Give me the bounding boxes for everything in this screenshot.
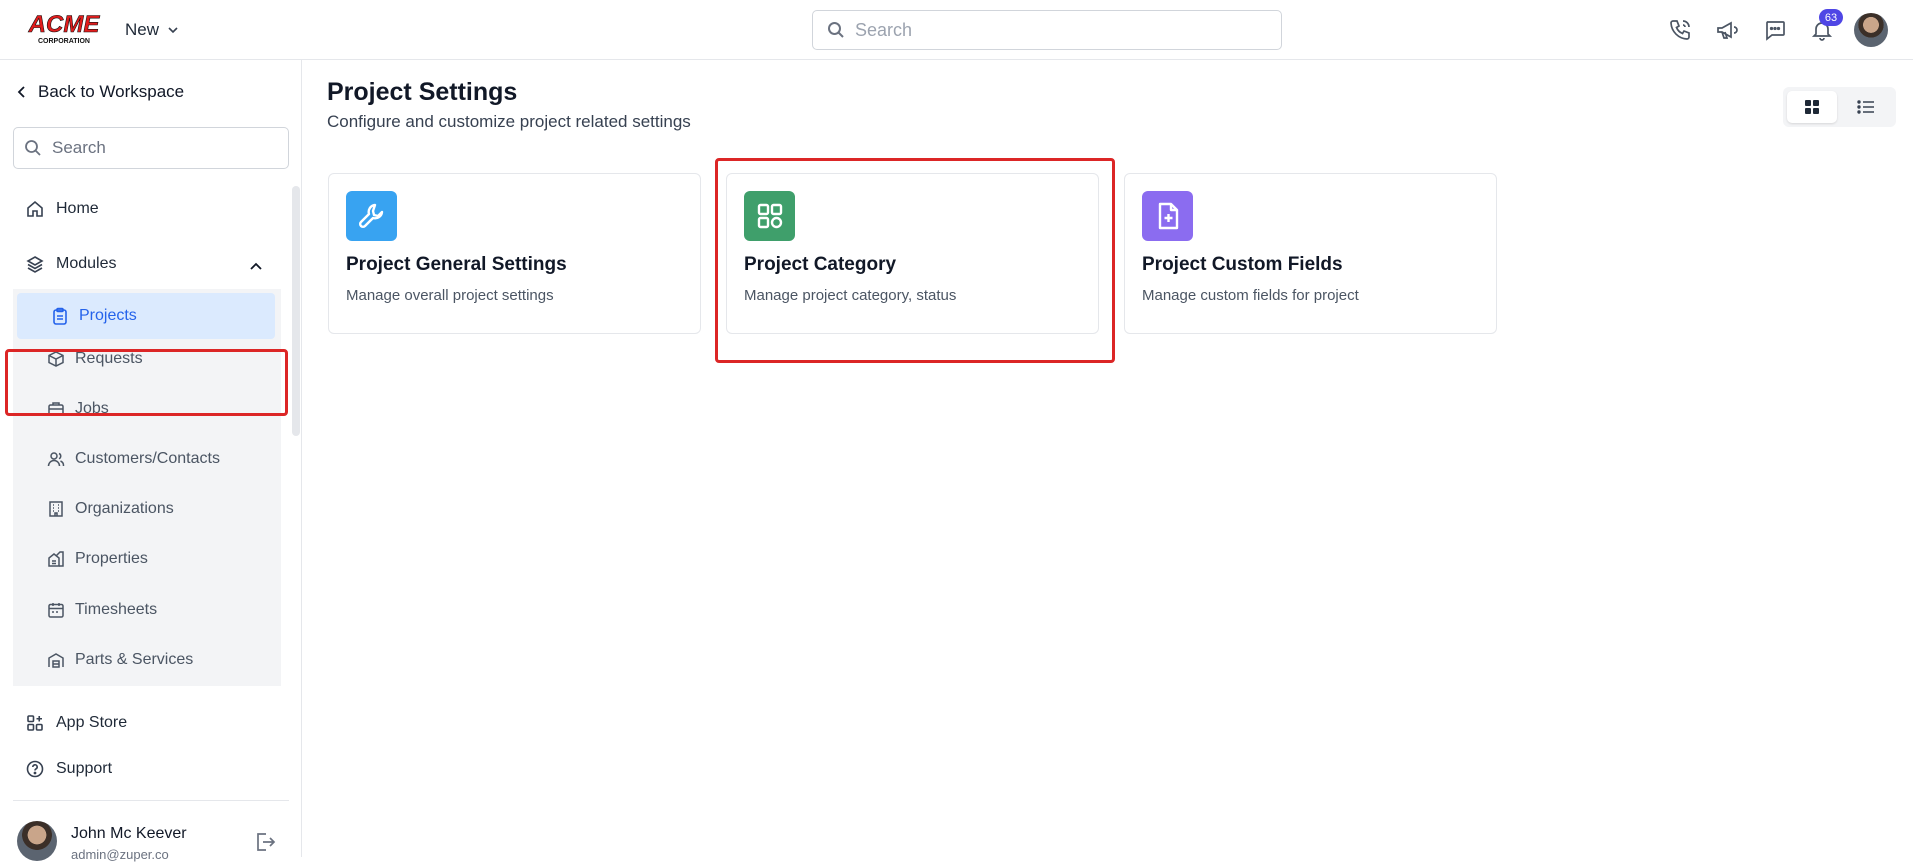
user-email: admin@zuper.co <box>71 847 169 862</box>
grid-view-icon <box>1805 100 1819 114</box>
sidebar-item-parts-services[interactable]: Parts & Services <box>47 651 193 669</box>
sidebar-item-label: Projects <box>79 307 137 324</box>
projects-highlight-box <box>5 349 288 416</box>
chevron-left-icon <box>17 86 25 98</box>
phone-icon[interactable] <box>1666 16 1694 44</box>
sidebar-item-projects[interactable]: Projects <box>17 293 275 339</box>
clipboard-icon <box>53 307 67 325</box>
sidebar-item-customers-contacts[interactable]: Customers/Contacts <box>47 450 220 468</box>
sidebar-item-support[interactable]: Support <box>26 760 112 778</box>
modules-label: Modules <box>56 255 117 272</box>
building-icon <box>49 501 63 517</box>
search-icon <box>828 22 844 38</box>
file-plus-icon <box>1142 191 1193 241</box>
new-label: New <box>125 20 160 39</box>
card-project-general-settings[interactable]: Project General Settings Manage overall … <box>328 173 701 334</box>
global-search[interactable] <box>812 10 1282 50</box>
card-description: Manage overall project settings <box>346 287 554 304</box>
property-icon <box>48 551 64 567</box>
help-circle-icon <box>26 760 44 778</box>
chat-icon[interactable] <box>1761 16 1789 44</box>
notification-badge: 63 <box>1819 9 1843 26</box>
sidebar-search[interactable] <box>13 127 289 169</box>
warehouse-icon <box>48 653 64 668</box>
card-project-custom-fields[interactable]: Project Custom Fields Manage custom fiel… <box>1124 173 1497 334</box>
svg-text:ACME: ACME <box>28 11 101 38</box>
new-dropdown-button[interactable]: New <box>125 18 179 42</box>
home-label: Home <box>56 200 99 217</box>
back-label: Back to Workspace <box>38 82 185 101</box>
calendar-icon <box>48 603 64 618</box>
card-description: Manage custom fields for project <box>1142 287 1359 304</box>
sidebar-item-label: Customers/Contacts <box>75 450 220 467</box>
sidebar-item-label: Parts & Services <box>75 651 194 668</box>
app-store-label: App Store <box>56 714 128 731</box>
sidebar-item-app-store[interactable]: App Store <box>26 714 127 732</box>
profile-avatar[interactable] <box>1854 13 1888 47</box>
sidebar-search-input[interactable] <box>52 138 272 158</box>
view-toggle <box>1783 87 1896 127</box>
sidebar-divider <box>13 800 289 801</box>
search-icon <box>25 140 41 156</box>
svg-text:CORPORATION: CORPORATION <box>38 38 90 45</box>
list-view-button[interactable] <box>1841 91 1891 123</box>
logout-icon[interactable] <box>254 831 276 853</box>
sidebar-scrollbar[interactable] <box>292 186 300 436</box>
sidebar-item-properties[interactable]: Properties <box>47 550 148 568</box>
sidebar-item-organizations[interactable]: Organizations <box>47 500 174 518</box>
support-label: Support <box>56 760 113 777</box>
users-icon <box>47 452 65 467</box>
grid-view-button[interactable] <box>1787 91 1837 123</box>
list-view-icon <box>1857 100 1874 114</box>
sidebar-item-home[interactable]: Home <box>26 200 99 218</box>
project-category-highlight-box <box>715 158 1115 363</box>
layers-icon <box>26 256 44 273</box>
global-search-input[interactable] <box>855 19 1255 41</box>
app-store-icon <box>27 715 43 731</box>
home-icon <box>27 200 43 217</box>
acme-logo[interactable]: ACME CORPORATION <box>26 11 102 45</box>
user-avatar[interactable] <box>17 821 57 861</box>
chevron-down-icon <box>168 27 178 34</box>
page-title: Project Settings <box>327 78 518 106</box>
top-bar: ACME CORPORATION New 63 <box>0 0 1913 60</box>
sidebar-item-label: Timesheets <box>75 601 158 618</box>
megaphone-icon[interactable] <box>1713 16 1741 44</box>
user-name: John Mc Keever <box>71 825 187 842</box>
sidebar-item-label: Organizations <box>75 500 174 517</box>
sidebar: Back to Workspace Home Modules Projects … <box>0 60 302 862</box>
sidebar-item-modules[interactable]: Modules <box>26 255 116 273</box>
sidebar-item-label: Properties <box>75 550 148 567</box>
chevron-up-icon[interactable] <box>248 258 264 274</box>
back-to-workspace-link[interactable]: Back to Workspace <box>16 82 184 102</box>
card-title: Project Custom Fields <box>1142 254 1343 275</box>
wrench-icon <box>346 191 397 241</box>
page-subtitle: Configure and customize project related … <box>327 112 691 131</box>
card-title: Project General Settings <box>346 254 567 275</box>
sidebar-item-timesheets[interactable]: Timesheets <box>47 601 157 619</box>
